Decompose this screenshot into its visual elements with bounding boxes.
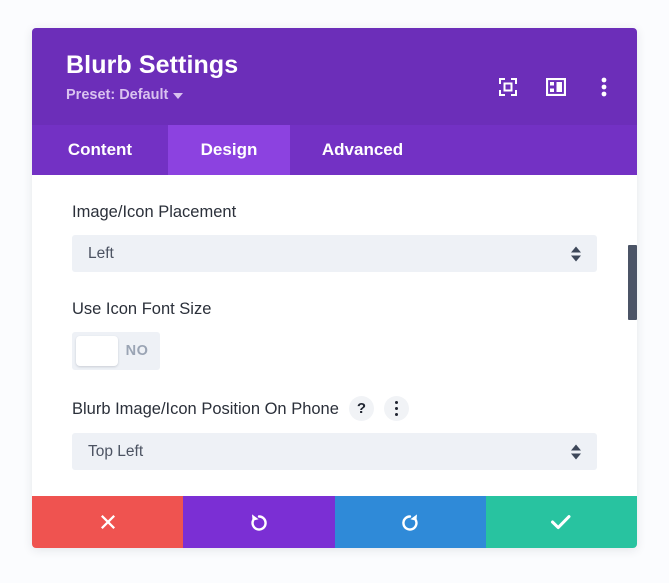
undo-button[interactable] [183, 496, 335, 548]
icon-font-size-toggle[interactable]: NO [72, 332, 160, 370]
tab-content[interactable]: Content [32, 125, 168, 175]
tab-advanced[interactable]: Advanced [290, 125, 435, 175]
preset-label: Preset: Default [66, 87, 169, 103]
tab-bar: Content Design Advanced [32, 125, 637, 175]
redo-button[interactable] [334, 496, 486, 548]
redo-icon [402, 514, 418, 531]
vertical-dots-glyph [394, 400, 399, 417]
field-use-icon-font-size: Use Icon Font Size NO [32, 298, 637, 370]
help-icon[interactable]: ? [348, 396, 374, 421]
position-on-phone-select[interactable]: Top Left [72, 433, 597, 470]
focus-target-icon[interactable] [497, 76, 519, 98]
icon-font-size-label-text: Use Icon Font Size [72, 300, 212, 318]
close-icon [100, 515, 115, 529]
more-options-icon[interactable] [593, 76, 615, 98]
toggle-knob [76, 336, 118, 366]
cancel-button[interactable] [32, 496, 184, 548]
field-label-position-on-phone: Blurb Image/Icon Position On Phone ? [72, 396, 597, 421]
header-icon-group [497, 76, 615, 98]
toggle-state-label: NO [125, 343, 149, 359]
placement-select[interactable]: Left [72, 235, 597, 272]
settings-scrollbar[interactable] [628, 175, 637, 496]
settings-panel: Image/Icon Placement Left Use Icon Font … [32, 175, 637, 496]
field-image-icon-placement: Image/Icon Placement Left [32, 201, 637, 272]
help-icon-glyph: ? [356, 400, 366, 417]
select-stepper-arrows-icon [571, 246, 581, 261]
select-stepper-arrows-icon [571, 444, 581, 459]
field-label-placement: Image/Icon Placement [72, 201, 597, 223]
field-position-on-phone: Blurb Image/Icon Position On Phone ? Top… [32, 396, 637, 470]
scrollbar-thumb[interactable] [628, 245, 637, 320]
field-label-icon-font-size: Use Icon Font Size [72, 298, 597, 320]
position-on-phone-select-value: Top Left [88, 442, 144, 460]
placement-select-value: Left [88, 244, 114, 262]
action-bar [32, 496, 637, 548]
layout-panel-icon[interactable] [545, 76, 567, 98]
preset-selector[interactable]: Preset: Default [66, 86, 184, 104]
check-icon [551, 515, 571, 530]
save-button[interactable] [485, 496, 637, 548]
field-more-options-icon[interactable] [383, 396, 409, 421]
position-on-phone-label-text: Blurb Image/Icon Position On Phone [72, 399, 339, 418]
modal-header: Blurb Settings Preset: Default [32, 28, 637, 125]
placement-label-text: Image/Icon Placement [72, 203, 237, 221]
blurb-settings-modal: Blurb Settings Preset: Default Content D… [32, 28, 637, 548]
chevron-down-icon [173, 93, 184, 99]
undo-icon [251, 514, 267, 531]
tab-design[interactable]: Design [168, 125, 290, 175]
